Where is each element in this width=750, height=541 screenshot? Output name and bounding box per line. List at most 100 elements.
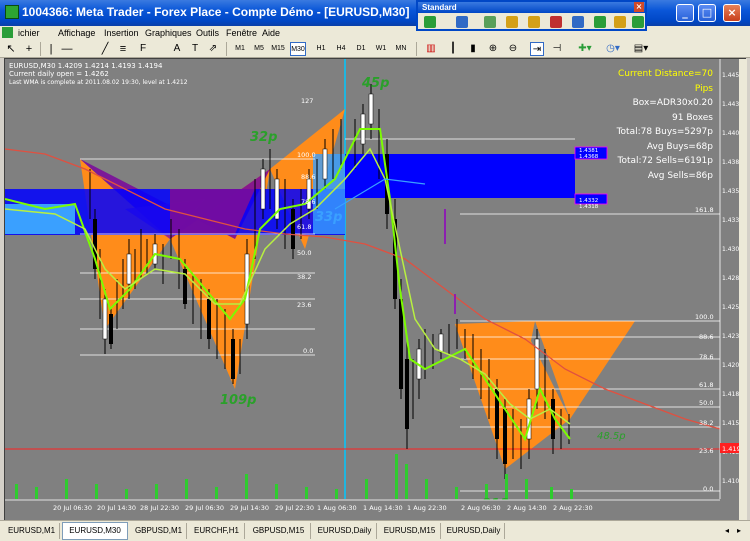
- info-avg-sells: Avg Sells=86p: [647, 170, 713, 181]
- tab-scroll-right-icon[interactable]: ▸: [734, 524, 744, 538]
- periods-icon[interactable]: ◷▾: [602, 42, 624, 56]
- chart-menu-icon[interactable]: [2, 27, 13, 38]
- svg-text:88.6: 88.6: [699, 333, 713, 341]
- label-109p: 109p: [220, 393, 256, 408]
- menu-insert[interactable]: Insertion: [104, 26, 139, 40]
- svg-text:2 Aug 22:30: 2 Aug 22:30: [553, 504, 593, 512]
- candles-icon[interactable]: ▮: [466, 42, 480, 56]
- close-button[interactable]: ×: [723, 4, 741, 22]
- tab-gbpusd-m15[interactable]: GBPUSD,M15: [247, 523, 311, 539]
- svg-text:78.6: 78.6: [699, 353, 713, 361]
- svg-text:127: 127: [301, 97, 313, 105]
- timeframe-h1[interactable]: H1: [313, 42, 329, 56]
- menu-charts[interactable]: Graphiques: [145, 26, 192, 40]
- minimize-button[interactable]: _: [676, 4, 694, 22]
- timeframe-m1[interactable]: M1: [232, 42, 248, 56]
- standard-toolbar-close[interactable]: ×: [634, 2, 644, 12]
- indicators-icon[interactable]: ✚▾: [574, 42, 596, 56]
- fib-labels-right: 161.8 100.0 88.6 78.6 61.8 50.0 38.2 23.…: [695, 206, 714, 493]
- window-title: 1004366: Meta Trader - Forex Place - Com…: [22, 5, 410, 19]
- menu-file[interactable]: ichier: [18, 26, 40, 40]
- timeframe-h4[interactable]: H4: [333, 42, 349, 56]
- svg-text:38.2: 38.2: [699, 419, 713, 427]
- tab-eurusd-m15[interactable]: EURUSD,M15: [379, 523, 441, 539]
- svg-text:100.0: 100.0: [695, 313, 714, 321]
- tester-icon[interactable]: [572, 16, 584, 28]
- svg-text:29 Jul 06:30: 29 Jul 06:30: [185, 504, 224, 512]
- tab-eurusd-daily[interactable]: EURUSD,Daily: [313, 523, 377, 539]
- info-current-distance: Current Distance=70 Pips: [617, 69, 713, 94]
- tab-gbpusd-m1[interactable]: GBPUSD,M1: [131, 523, 187, 539]
- tab-eurusd-daily-2[interactable]: EURUSD,Daily: [443, 523, 505, 539]
- svg-text:100.0: 100.0: [297, 151, 316, 159]
- timeframe-m30[interactable]: M30: [290, 42, 306, 56]
- menu-tools[interactable]: Outils: [196, 26, 219, 40]
- svg-text:29 Jul 22:30: 29 Jul 22:30: [275, 504, 314, 512]
- tab-eurchf-h1[interactable]: EURCHF,H1: [189, 523, 245, 539]
- standard-toolbar: Standard ×: [416, 0, 647, 31]
- svg-text:61.8: 61.8: [699, 381, 713, 389]
- profiles-icon[interactable]: [456, 16, 468, 28]
- fibo-icon[interactable]: F: [136, 42, 150, 56]
- svg-text:1 Aug 14:30: 1 Aug 14:30: [363, 504, 403, 512]
- svg-text:0.0: 0.0: [303, 347, 313, 355]
- svg-text:38.2: 38.2: [297, 273, 311, 281]
- channel-icon[interactable]: ≡: [116, 42, 130, 56]
- timeframe-m15[interactable]: M15: [270, 42, 286, 56]
- trendline-icon[interactable]: ╱: [98, 42, 112, 56]
- info-avg-buys: Avg Buys=68p: [646, 141, 713, 152]
- zoom-in-icon[interactable]: ⊕: [486, 42, 500, 56]
- menu-window[interactable]: Fenêtre: [226, 26, 257, 40]
- chart-shift-icon[interactable]: ⊣: [550, 42, 564, 56]
- info-boxes: 91 Boxes: [672, 112, 713, 123]
- vertical-line-icon[interactable]: |: [44, 42, 58, 56]
- arrow-icon[interactable]: ⇗: [206, 42, 220, 56]
- svg-text:1.4368: 1.4368: [579, 154, 599, 160]
- new-order-icon[interactable]: [424, 16, 436, 28]
- standard-toolbar-title: Standard: [418, 2, 645, 13]
- label-48p: 48.5p: [597, 431, 626, 442]
- auto-scroll-icon[interactable]: ⇥: [530, 42, 544, 56]
- metatrader-window: 1004366: Meta Trader - Forex Place - Com…: [0, 0, 750, 541]
- expert-advisors-icon[interactable]: [594, 16, 606, 28]
- history-icon[interactable]: [614, 16, 626, 28]
- tab-eurusd-m30[interactable]: EURUSD,M30: [62, 522, 128, 540]
- terminal-icon[interactable]: [550, 16, 562, 28]
- svg-text:50.0: 50.0: [297, 249, 311, 257]
- svg-text:20 Jul 06:30: 20 Jul 06:30: [53, 504, 92, 512]
- svg-text:1.4318: 1.4318: [579, 204, 599, 210]
- cursor-icon[interactable]: ↖: [4, 42, 18, 56]
- zoom-out-icon[interactable]: ⊖: [506, 42, 520, 56]
- vertical-scrollbar: [739, 59, 747, 521]
- svg-text:2 Aug 06:30: 2 Aug 06:30: [461, 504, 501, 512]
- tab-eurusd-m1[interactable]: EURUSD,M1: [4, 523, 60, 539]
- text-icon[interactable]: A: [170, 42, 184, 56]
- bar-chart-icon[interactable]: ┃: [446, 42, 460, 56]
- menu-help[interactable]: Aide: [262, 26, 280, 40]
- timeframe-m5[interactable]: M5: [251, 42, 267, 56]
- svg-text:78.6: 78.6: [301, 198, 315, 206]
- svg-text:161.8: 161.8: [695, 206, 714, 214]
- svg-text:28 Jul 22:30: 28 Jul 22:30: [140, 504, 179, 512]
- label-icon[interactable]: T: [188, 42, 202, 56]
- new-chart-icon[interactable]: ▥: [424, 42, 438, 56]
- alerts-icon[interactable]: [632, 16, 644, 28]
- tab-scroll-left-icon[interactable]: ◂: [722, 524, 732, 538]
- crosshair-icon[interactable]: +: [22, 42, 36, 56]
- svg-text:20 Jul 14:30: 20 Jul 14:30: [97, 504, 136, 512]
- maximize-button[interactable]: □: [698, 4, 716, 22]
- horizontal-line-icon[interactable]: —: [60, 42, 74, 56]
- timeframe-d1[interactable]: D1: [353, 42, 369, 56]
- svg-text:50.0: 50.0: [699, 399, 713, 407]
- data-window-icon[interactable]: [506, 16, 518, 28]
- svg-text:2 Aug 14:30: 2 Aug 14:30: [507, 504, 547, 512]
- info-box: Box=ADR30x0.20: [632, 98, 713, 108]
- timeframe-mn[interactable]: MN: [393, 42, 409, 56]
- market-watch-icon[interactable]: [484, 16, 496, 28]
- navigator-icon[interactable]: [528, 16, 540, 28]
- templates-icon[interactable]: ▤▾: [630, 42, 652, 56]
- chart-window[interactable]: 45p 32p 109p 33p 213p 48.5p EURUSD,M30 1…: [4, 58, 747, 521]
- menu-view[interactable]: Affichage: [58, 26, 95, 40]
- timeframe-w1[interactable]: W1: [373, 42, 389, 56]
- svg-text:0.0: 0.0: [703, 485, 713, 493]
